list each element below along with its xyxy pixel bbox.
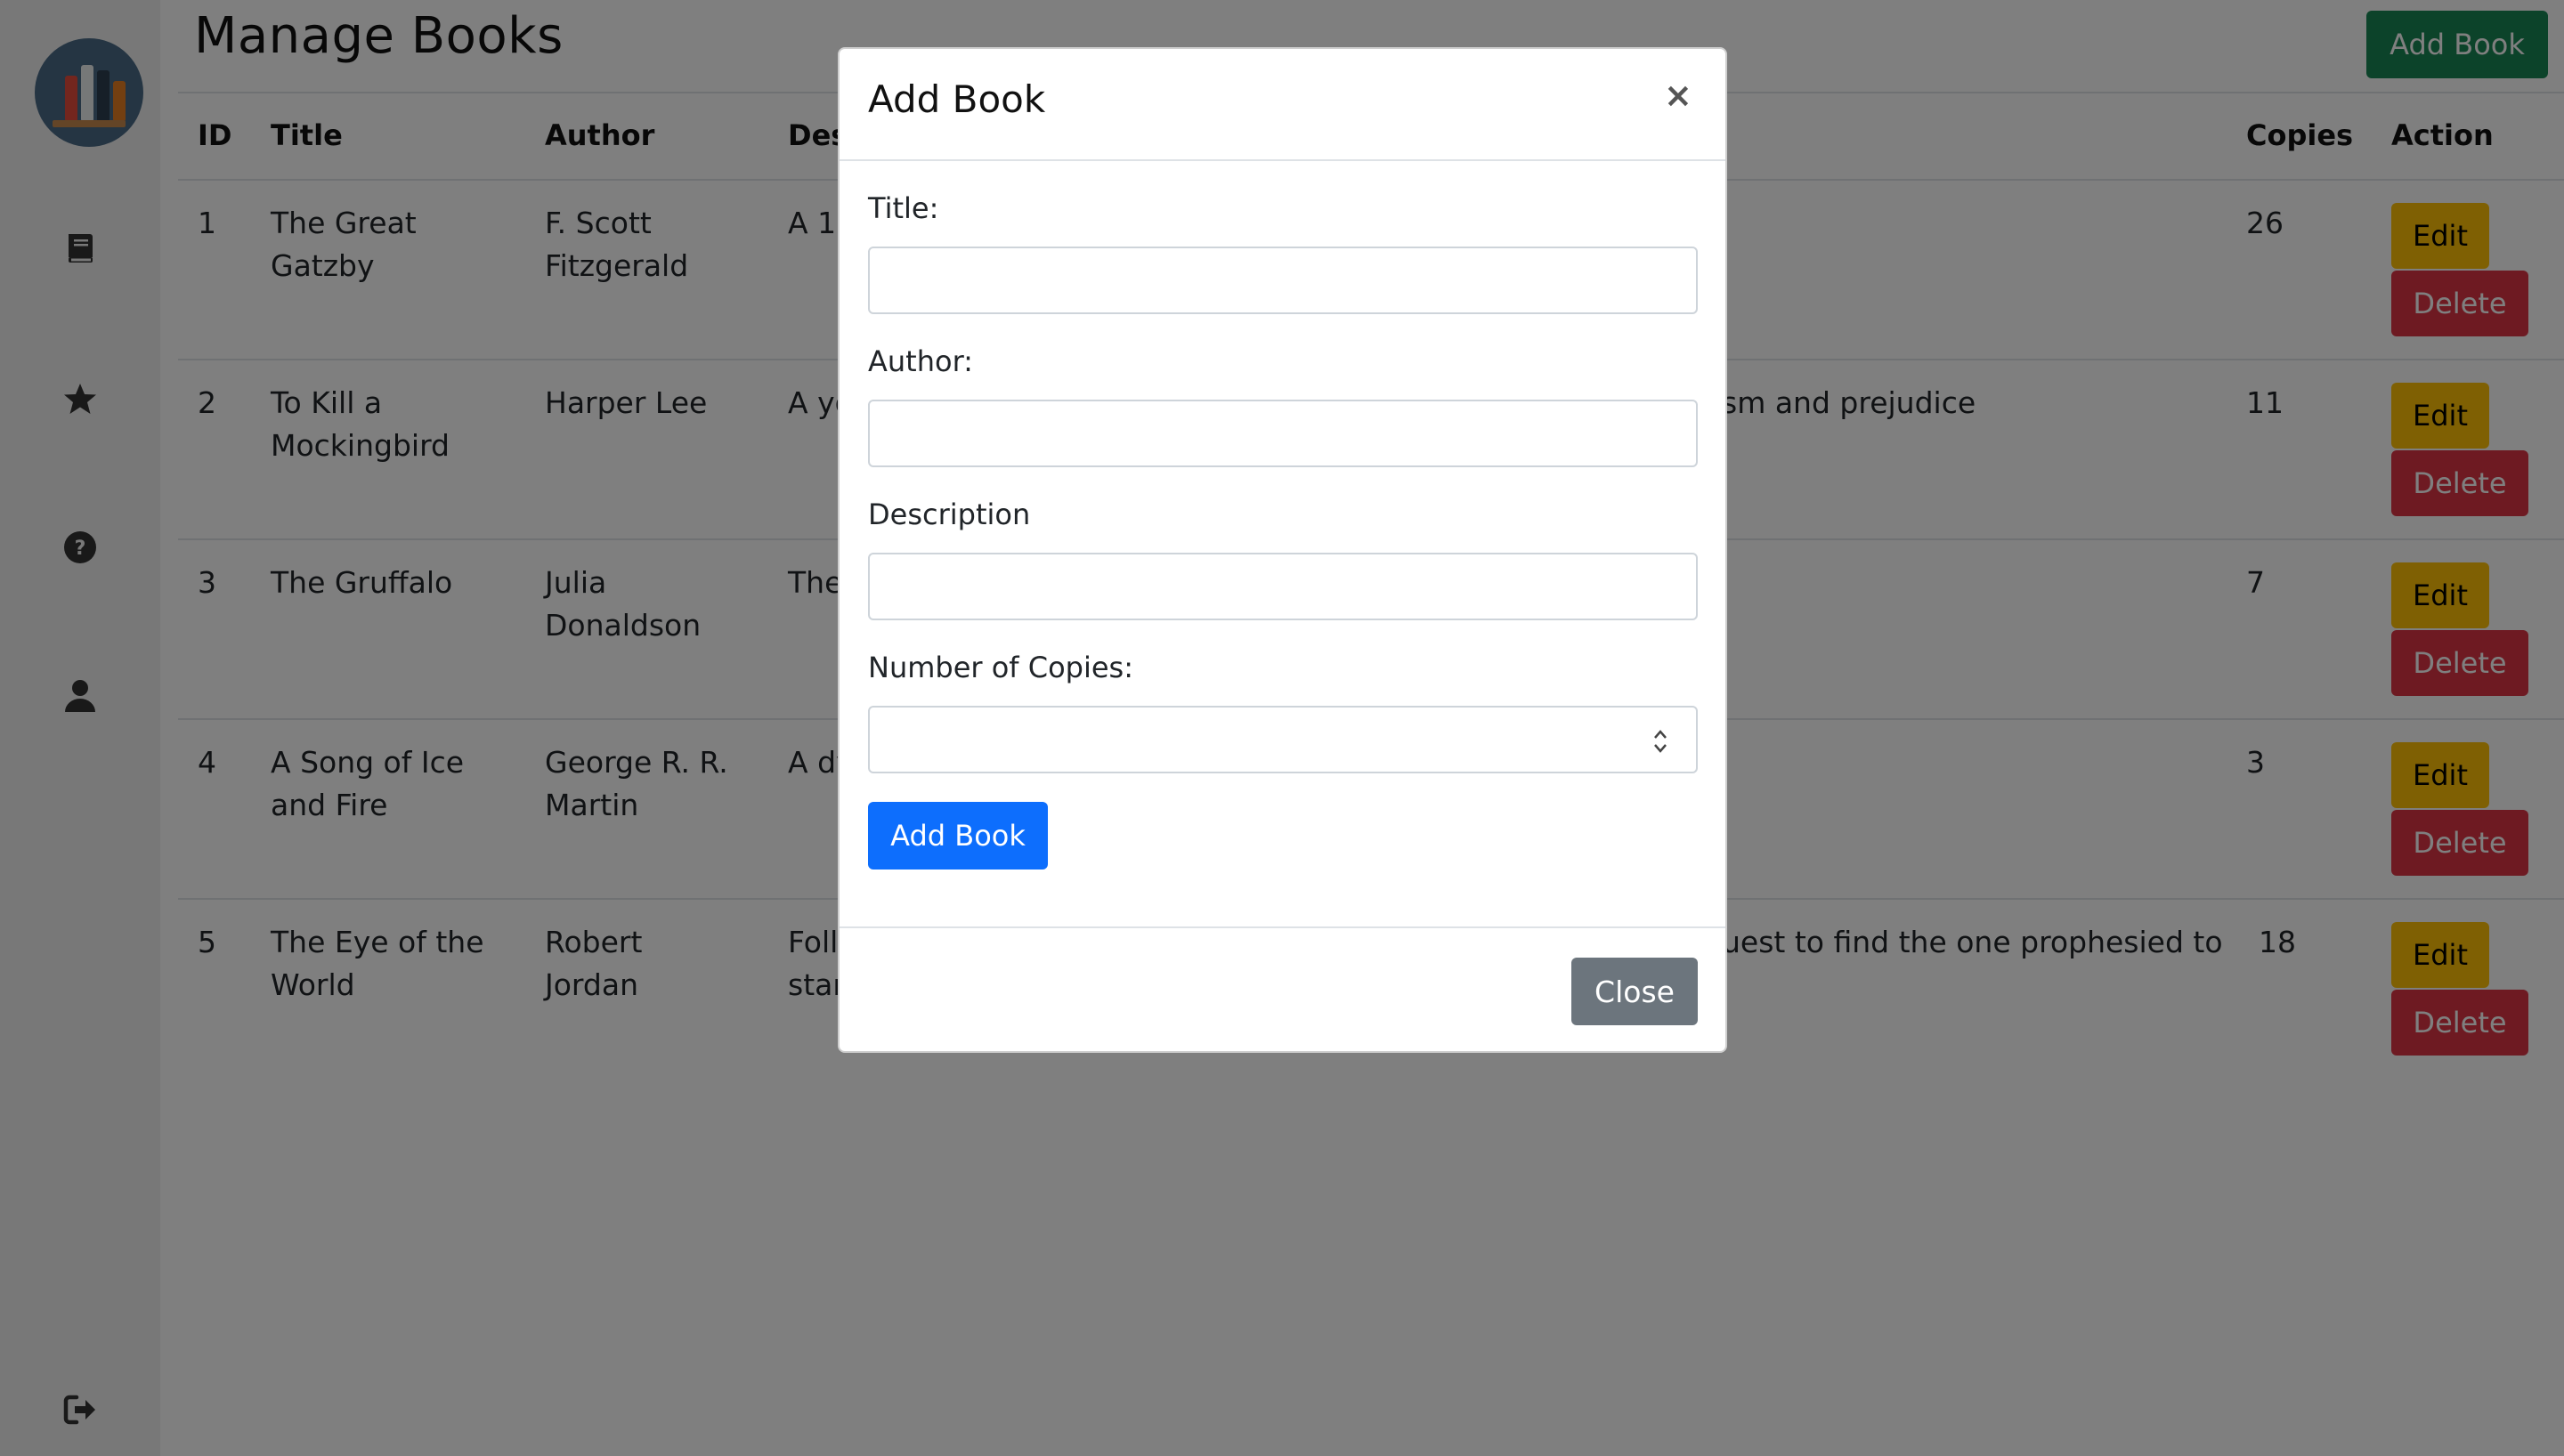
modal-header-divider	[840, 159, 1725, 161]
modal-title: Add Book	[868, 77, 1046, 121]
close-icon[interactable]: ×	[1664, 76, 1692, 115]
author-label: Author:	[868, 344, 973, 378]
copies-label: Number of Copies:	[868, 651, 1133, 684]
author-input[interactable]	[868, 400, 1698, 467]
copies-input[interactable]	[868, 706, 1698, 773]
add-book-modal: Add Book × Title: Author: Description Nu…	[838, 47, 1727, 1053]
title-label: Title:	[868, 191, 939, 225]
close-button[interactable]: Close	[1571, 958, 1698, 1025]
modal-footer-divider	[840, 926, 1725, 928]
title-input[interactable]	[868, 247, 1698, 314]
description-input[interactable]	[868, 553, 1698, 620]
description-label: Description	[868, 497, 1031, 531]
number-spinner-icon[interactable]	[1651, 725, 1670, 757]
submit-add-book-button[interactable]: Add Book	[868, 802, 1048, 870]
